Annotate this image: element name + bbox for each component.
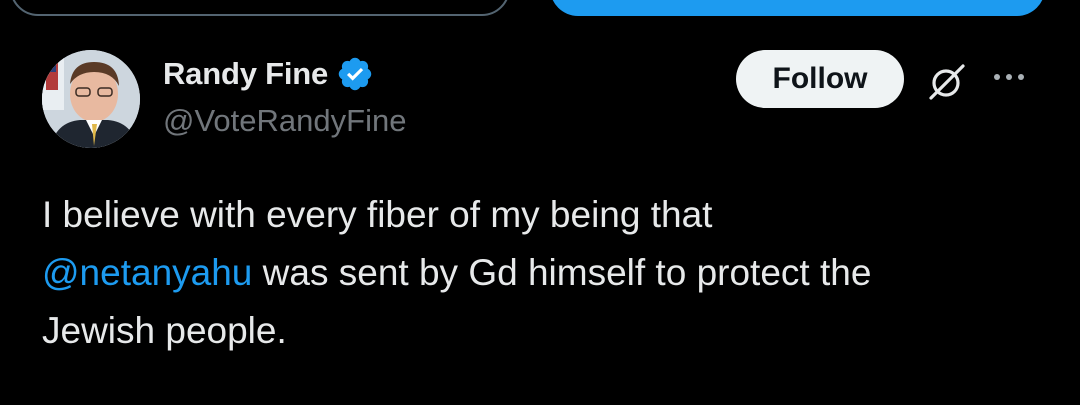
top-outline-button[interactable] [10,0,510,16]
grok-icon[interactable] [925,60,969,104]
verified-badge-icon [338,57,372,91]
tweet-text-line2: was sent by Gd himself to protect the [252,252,872,293]
mention-link[interactable]: @netanyahu [42,252,252,293]
tweet-text-line3: Jewish people. [42,310,287,351]
follow-button[interactable]: Follow [736,50,904,108]
tweet-text: I believe with every fiber of my being t… [42,186,1052,360]
avatar[interactable] [42,50,140,148]
more-options-icon[interactable] [994,74,1024,80]
author-display-name[interactable]: Randy Fine [163,56,328,92]
author-handle[interactable]: @VoteRandyFine [163,103,406,139]
top-primary-button[interactable] [550,0,1045,16]
avatar-photo [42,50,140,148]
tweet-text-line1: I believe with every fiber of my being t… [42,194,713,235]
